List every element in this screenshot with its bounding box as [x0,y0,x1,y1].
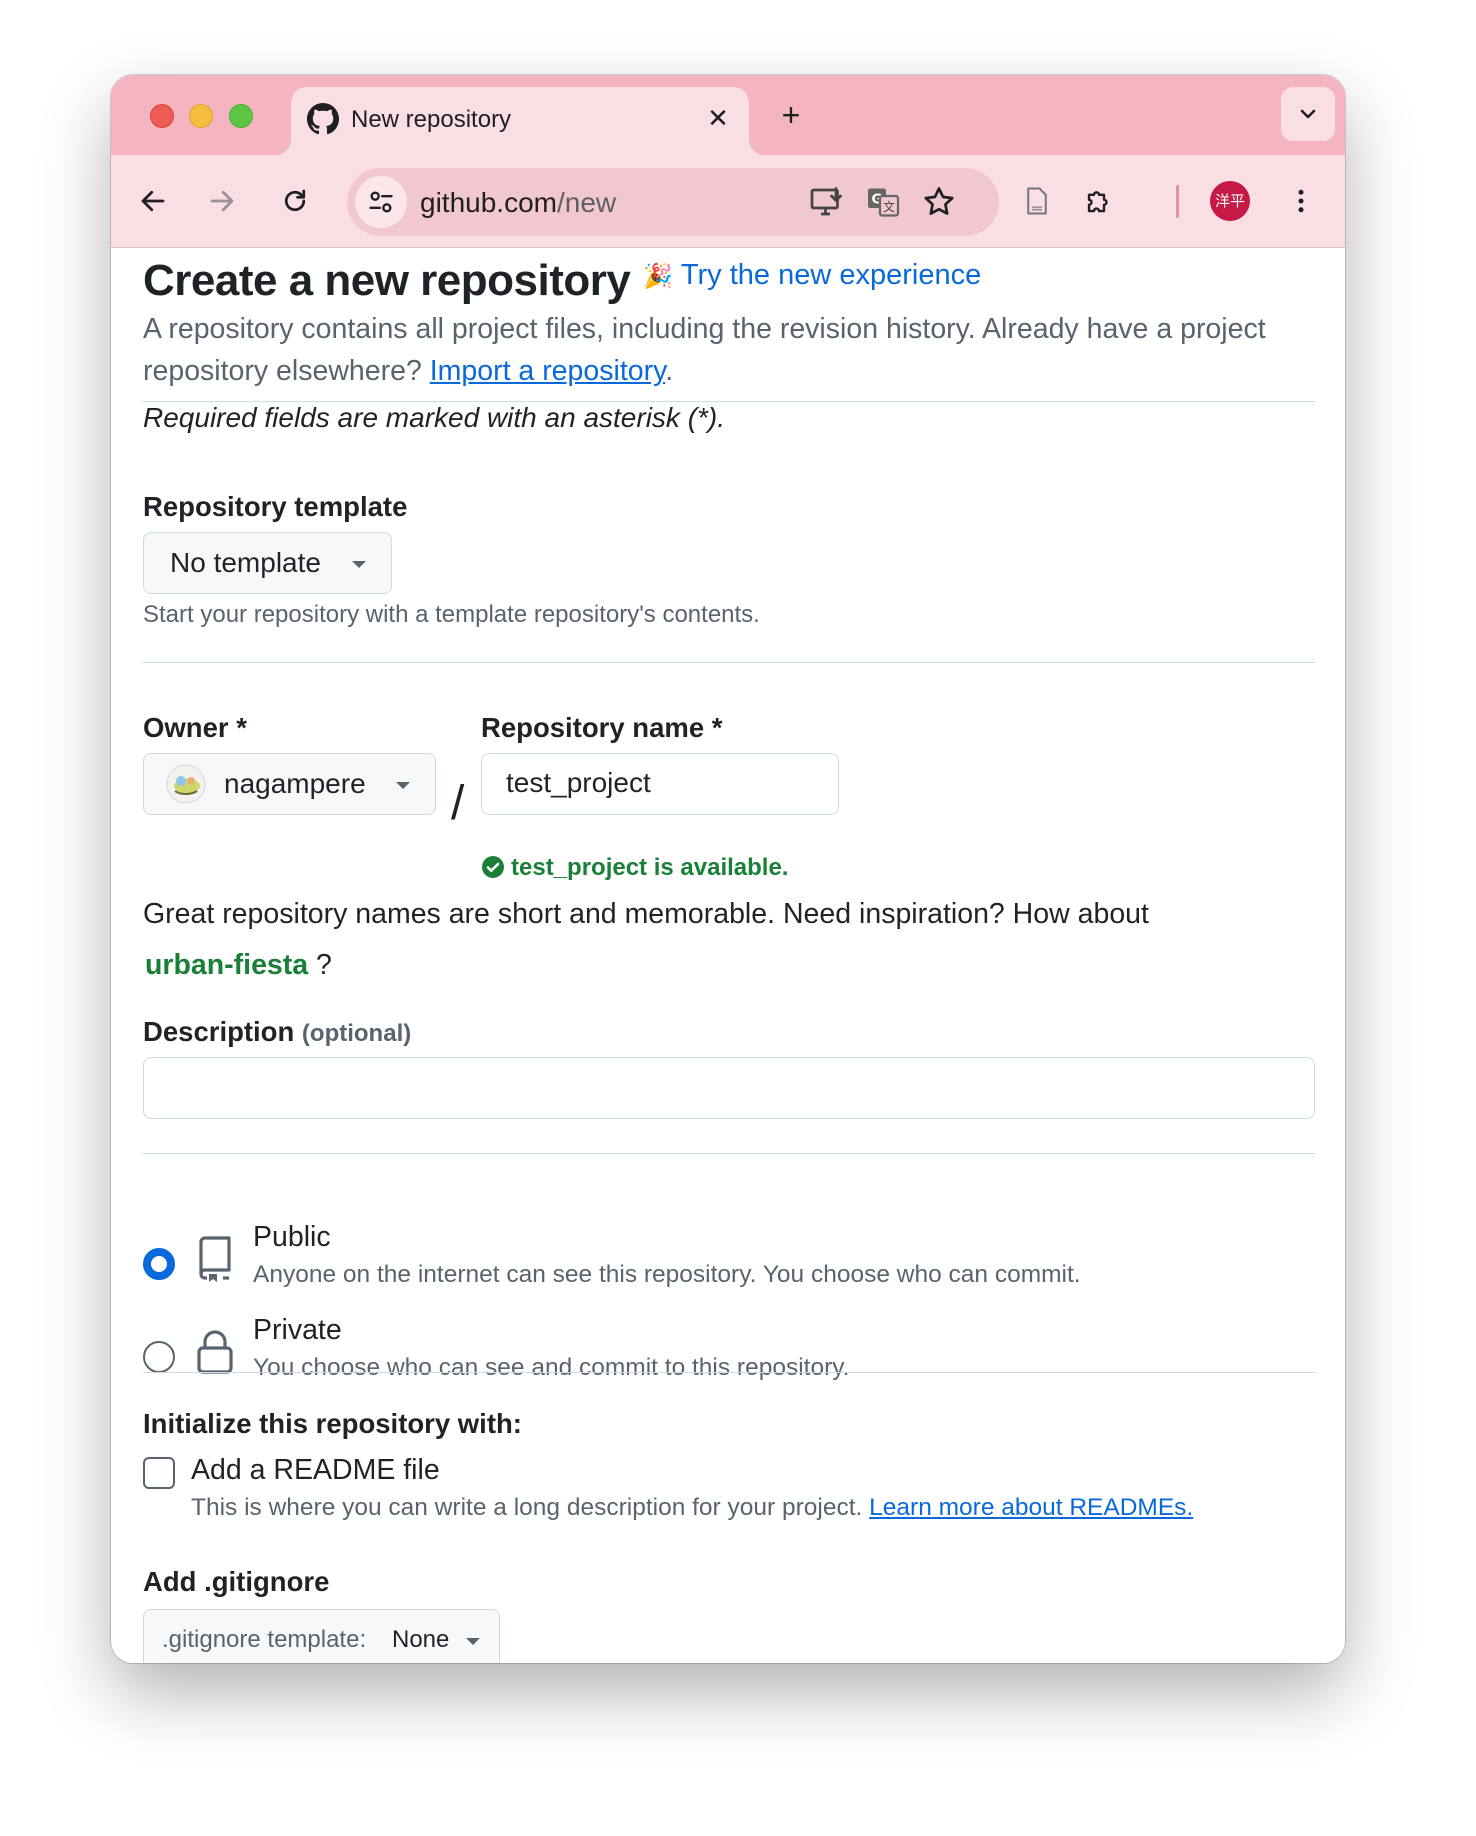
owner-selected: nagampere [224,768,366,799]
document-icon [1027,187,1047,215]
owner-avatar [166,764,206,804]
reload-icon [284,189,306,212]
visibility-private-desc: You choose who can see and commit to thi… [253,1354,850,1381]
repo-icon [199,1236,231,1282]
page-title: Create a new repository [143,256,631,305]
name-hint: Great repository names are short and mem… [143,898,1149,930]
initialize-label: Initialize this repository with: [143,1408,522,1439]
add-readme-checkbox[interactable] [143,1457,175,1489]
check-circle-icon [482,856,504,878]
more-vertical-icon [1298,189,1304,213]
caret-down-icon [466,1638,480,1645]
github-icon [307,103,339,135]
divider [143,1153,1315,1154]
toolbar-divider [1176,185,1179,218]
tab-search-button[interactable] [1281,87,1335,141]
try-new-experience-label: Try the new experience [680,259,982,291]
learn-more-readmes-link[interactable]: Learn more about READMEs. [869,1494,1193,1521]
chevron-down-icon [1300,109,1316,119]
add-readme-desc: This is where you can write a long descr… [191,1494,1193,1522]
minimize-window-button[interactable] [189,104,213,128]
new-tab-button[interactable]: + [771,95,811,135]
repo-name-input[interactable]: test_project [481,753,839,815]
extensions-button[interactable] [1079,181,1119,221]
availability-status: test_project is available. [481,854,788,882]
description-label: Description (optional) [143,1016,411,1048]
description-input[interactable] [143,1057,1315,1119]
repo-name-label: Repository name * [481,712,723,743]
gitignore-prefix: .gitignore template: [162,1626,367,1653]
template-select[interactable]: No template [143,532,392,594]
maximize-window-button[interactable] [229,104,253,128]
description-label-text: Description [143,1016,295,1047]
browser-window: New repository ✕ + github.com/new G 文 洋平… [111,75,1345,1663]
puzzle-icon [1087,191,1108,213]
url-path: /new [556,187,617,218]
owner-select[interactable]: nagampere [143,753,436,815]
forward-button[interactable] [202,181,242,221]
intro-text: A repository contains all project files,… [143,313,1266,387]
reading-mode-button[interactable] [1017,181,1057,221]
visibility-private-title: Private [253,1314,342,1346]
profile-avatar[interactable]: 洋平 [1210,181,1250,221]
optional-tag: (optional) [301,1020,412,1047]
party-popper-icon: 🎉 [643,262,673,290]
translate-icon[interactable]: G 文 [865,184,901,220]
url-host: github.com [420,187,557,218]
caret-down-icon [396,782,410,789]
divider [143,662,1315,663]
owner-repo-separator: / [451,777,465,830]
gitignore-label: Add .gitignore [143,1566,330,1597]
add-readme-title: Add a README file [191,1454,440,1486]
suggestion-suffix: ? [316,949,332,981]
arrow-left-icon [141,190,165,212]
gitignore-select[interactable]: .gitignore template: None [143,1609,500,1663]
arrow-right-icon [210,190,234,212]
lock-icon [197,1330,233,1374]
template-label: Repository template [143,491,408,522]
browser-menu-button[interactable] [1281,181,1321,221]
divider [143,1372,1315,1373]
visibility-public-desc: Anyone on the internet can see this repo… [253,1261,1081,1288]
visibility-public-radio[interactable] [143,1248,175,1280]
page-content: Create a new repository 🎉 Try the new exp… [111,248,1345,1663]
heading-row: Create a new repository [143,256,631,306]
address-bar[interactable]: github.com/new G 文 [347,168,999,236]
owner-label: Owner * [143,712,247,743]
back-button[interactable] [133,181,173,221]
add-readme-desc-text: This is where you can write a long descr… [191,1494,863,1521]
availability-text: test_project is available. [511,854,789,881]
intro-text-body: A repository contains all project files,… [143,313,1266,387]
caret-down-icon [352,561,366,568]
required-fields-note: Required fields are marked with an aster… [143,402,726,433]
visibility-private-radio[interactable] [143,1341,175,1373]
template-selected: No template [170,547,321,578]
visibility-public-title: Public [253,1221,331,1253]
suggested-name-button[interactable]: urban-fiesta [145,949,308,981]
template-helper: Start your repository with a template re… [143,601,760,628]
import-repository-link[interactable]: Import a repository [430,355,665,387]
tab-new-repository[interactable]: New repository ✕ [275,87,765,155]
close-window-button[interactable] [150,104,174,128]
svg-text:文: 文 [883,199,895,214]
suggestion-row: urban-fiesta ? [145,949,332,982]
browser-toolbar: github.com/new G 文 洋平 [111,155,1345,248]
bookmark-star-icon[interactable] [921,184,957,220]
install-app-icon[interactable] [809,184,845,220]
tab-strip: New repository ✕ + [111,75,1345,155]
gitignore-selected: None [392,1626,450,1653]
close-tab-icon[interactable]: ✕ [701,101,735,135]
tune-icon [369,191,393,213]
tab-title: New repository [351,106,512,133]
try-new-experience-link[interactable]: 🎉 Try the new experience [643,259,981,292]
reload-button[interactable] [275,181,315,221]
url-text: github.com/new [420,187,616,219]
site-info-button[interactable] [355,176,407,228]
